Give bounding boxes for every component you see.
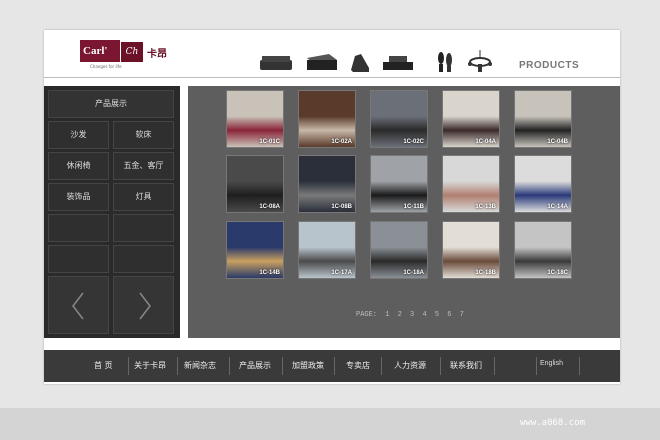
product-code: 1C-11B xyxy=(403,204,424,210)
product-code: 1C-18A xyxy=(403,270,424,276)
product-thumbnail[interactable]: 1C-08A xyxy=(226,155,284,213)
products-title: PRODUCTS xyxy=(519,60,580,71)
pager-label: PAGE: xyxy=(356,311,378,319)
sidebar-item-bed[interactable]: 软床 xyxy=(113,121,174,149)
page-link[interactable]: 3 xyxy=(410,311,414,319)
product-thumbnail[interactable]: 1C-18B xyxy=(442,221,500,279)
bed-icon[interactable] xyxy=(305,50,339,74)
product-thumbnail[interactable]: 1C-18C xyxy=(514,221,572,279)
menu-divider xyxy=(177,357,178,375)
product-code: 1C-08A xyxy=(259,204,280,210)
menu-about[interactable]: 关于卡昂 xyxy=(134,360,166,371)
menu-divider xyxy=(536,357,537,375)
product-code: 1C-14B xyxy=(259,270,280,276)
product-code: 1C-14A xyxy=(547,204,568,210)
sidebar-empty-cell xyxy=(48,214,109,242)
product-code: 1C-08B xyxy=(331,204,352,210)
menu-products[interactable]: 产品展示 xyxy=(239,360,271,371)
product-thumbnail[interactable]: 1C-08B xyxy=(298,155,356,213)
menu-home[interactable]: 首 页 xyxy=(94,360,113,371)
chandelier-icon[interactable] xyxy=(465,50,495,74)
header: Carl' Ch 卡昂 Changes for life PRODUCTS xyxy=(44,30,620,78)
product-thumbnail[interactable]: 1C-04B xyxy=(514,90,572,148)
product-code: 1C-13B xyxy=(475,204,496,210)
logo-box: Carl' xyxy=(80,40,120,62)
page-link[interactable]: 6 xyxy=(447,311,451,319)
prev-page-button[interactable] xyxy=(48,276,109,334)
chevron-left-icon xyxy=(72,292,84,320)
page-link[interactable]: 4 xyxy=(422,311,426,319)
menu-divider xyxy=(579,357,580,375)
product-code: 1C-04A xyxy=(475,139,496,145)
sofa-icon[interactable] xyxy=(259,50,293,74)
product-code: 1C-02A xyxy=(331,139,352,145)
table-set-icon[interactable] xyxy=(381,50,415,74)
product-code: 1C-17A xyxy=(331,270,352,276)
page-link[interactable]: 7 xyxy=(460,311,464,319)
menu-news[interactable]: 新闻杂志 xyxy=(184,360,216,371)
page-link[interactable]: 2 xyxy=(398,311,402,319)
menu-divider xyxy=(440,357,441,375)
chevron-right-icon xyxy=(139,292,151,320)
page-link[interactable]: 1 xyxy=(385,311,389,319)
next-page-button[interactable] xyxy=(113,276,174,334)
menu-divider xyxy=(494,357,495,375)
sidebar-item-lighting[interactable]: 灯具 xyxy=(113,183,174,211)
product-thumbnail[interactable]: 1C-01C xyxy=(226,90,284,148)
sidebar-item-hardware[interactable]: 五金、客厅 xyxy=(113,152,174,180)
product-sidebar: 产品展示 沙发 软床 休闲椅 五金、客厅 装饰品 灯具 xyxy=(44,86,180,338)
logo-tagline: Changes for life xyxy=(90,64,122,69)
sidebar-empty-cell xyxy=(48,245,109,273)
product-thumbnail[interactable]: 1C-02A xyxy=(298,90,356,148)
menu-divider xyxy=(334,357,335,375)
product-gallery: 1C-01C 1C-02A 1C-02C 1C-04A 1C-04B 1C-08A 1C-0… xyxy=(188,86,620,338)
lounge-chair-icon[interactable] xyxy=(349,50,371,74)
product-thumbnail[interactable]: 1C-14B xyxy=(226,221,284,279)
product-thumbnail[interactable]: 1C-11B xyxy=(370,155,428,213)
product-thumbnail[interactable]: 1C-18A xyxy=(370,221,428,279)
menu-divider xyxy=(229,357,230,375)
product-code: 1C-02C xyxy=(403,139,424,145)
logo-chinese: 卡昂 xyxy=(147,49,167,60)
language-switch[interactable]: English xyxy=(540,360,563,367)
menu-stores[interactable]: 专卖店 xyxy=(346,360,370,371)
menu-careers[interactable]: 人力资源 xyxy=(394,360,426,371)
header-divider xyxy=(44,77,620,78)
menu-franchise[interactable]: 加盟政策 xyxy=(292,360,324,371)
menu-divider xyxy=(282,357,283,375)
sidebar-item-leisure-chair[interactable]: 休闲椅 xyxy=(48,152,109,180)
menu-contact[interactable]: 联系我们 xyxy=(450,360,482,371)
page-frame: Carl' Ch 卡昂 Changes for life PRODUCTS 产品… xyxy=(44,30,620,384)
sidebar-title: 产品展示 xyxy=(48,90,174,118)
logo-script: Ch xyxy=(121,42,143,62)
logo-text: Carl' xyxy=(83,45,108,57)
product-code: 1C-18B xyxy=(475,270,496,276)
product-code: 1C-04B xyxy=(547,139,568,145)
page-link[interactable]: 5 xyxy=(435,311,439,319)
product-thumbnail[interactable]: 1C-02C xyxy=(370,90,428,148)
product-code: 1C-18C xyxy=(547,270,568,276)
pagination: PAGE: 1 2 3 4 5 6 7 xyxy=(356,311,468,319)
product-thumbnail[interactable]: 1C-17A xyxy=(298,221,356,279)
product-code: 1C-01C xyxy=(259,139,280,145)
sidebar-item-decor[interactable]: 装饰品 xyxy=(48,183,109,211)
sidebar-empty-cell xyxy=(113,245,174,273)
watermark: www.a068.com xyxy=(520,418,586,428)
footer-nav: 首 页 关于卡昂 新闻杂志 产品展示 加盟政策 专卖店 人力资源 联系我们 En… xyxy=(44,350,620,382)
menu-divider xyxy=(128,357,129,375)
product-thumbnail[interactable]: 1C-14A xyxy=(514,155,572,213)
brand-logo[interactable]: Carl' Ch 卡昂 Changes for life xyxy=(80,40,167,69)
vase-icon[interactable] xyxy=(435,50,455,74)
category-icons xyxy=(259,50,539,74)
sidebar-item-sofa[interactable]: 沙发 xyxy=(48,121,109,149)
menu-divider xyxy=(381,357,382,375)
product-thumbnail[interactable]: 1C-13B xyxy=(442,155,500,213)
sidebar-empty-cell xyxy=(113,214,174,242)
product-thumbnail[interactable]: 1C-04A xyxy=(442,90,500,148)
